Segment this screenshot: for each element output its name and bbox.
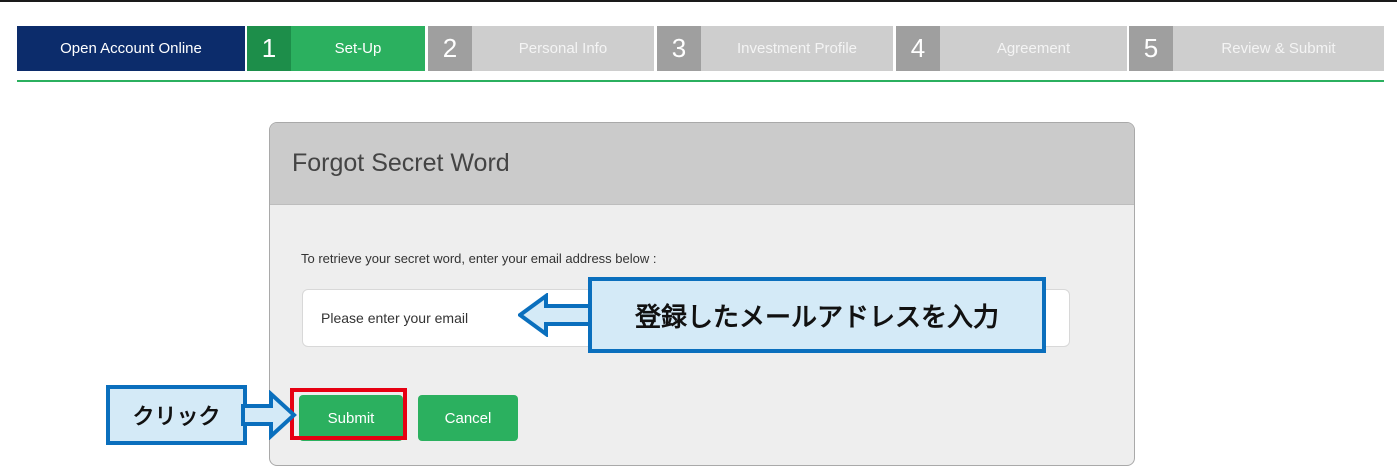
left-arrow-icon [518,293,594,337]
step-label: Agreement [940,26,1127,71]
step-personal-info[interactable]: 2 Personal Info [428,26,654,71]
step-number: 3 [657,26,701,71]
step-number: 5 [1129,26,1173,71]
cancel-button[interactable]: Cancel [418,395,518,441]
click-instruction-callout: クリック [106,385,247,445]
top-border-line [0,0,1397,2]
email-placeholder: Please enter your email [321,310,469,326]
instruction-text: To retrieve your secret word, enter your… [301,251,657,266]
steps-divider [17,80,1384,82]
step-label: Set-Up [291,26,425,71]
email-instruction-callout: 登録したメールアドレスを入力 [588,277,1046,353]
step-number: 4 [896,26,940,71]
step-label: Personal Info [472,26,654,71]
step-setup[interactable]: 1 Set-Up [247,26,425,71]
step-investment-profile[interactable]: 3 Investment Profile [657,26,893,71]
step-label: Review & Submit [1173,26,1384,71]
step-agreement[interactable]: 4 Agreement [896,26,1127,71]
step-number: 2 [428,26,472,71]
step-navigation: Open Account Online 1 Set-Up 2 Personal … [17,26,1384,71]
step-number: 1 [247,26,291,71]
panel-header: Forgot Secret Word [270,123,1134,205]
submit-highlight-box [290,388,407,440]
step-review-submit[interactable]: 5 Review & Submit [1129,26,1384,71]
panel-title: Forgot Secret Word [292,149,510,177]
step-label: Investment Profile [701,26,893,71]
open-account-online-tab[interactable]: Open Account Online [17,26,245,71]
right-arrow-icon [241,390,297,440]
